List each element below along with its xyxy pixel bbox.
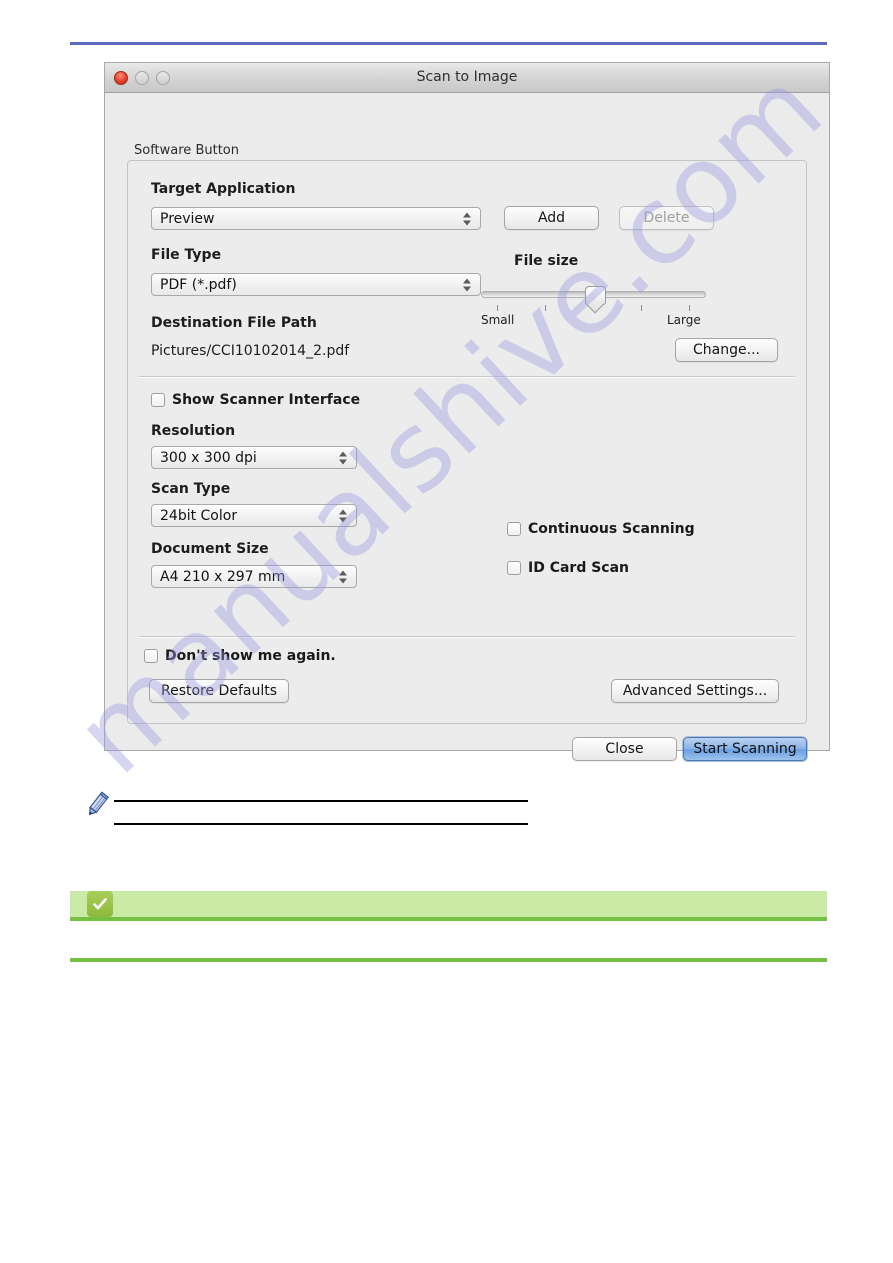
document-size-value: A4 210 x 297 mm [160, 568, 286, 585]
checkbox-icon [144, 649, 158, 663]
file-type-label: File Type [151, 247, 222, 263]
close-dialog-button[interactable]: Close [572, 737, 677, 761]
file-type-value: PDF (*.pdf) [160, 276, 237, 293]
document-size-select[interactable]: A4 210 x 297 mm [151, 565, 357, 588]
pencil-note-icon [82, 790, 112, 820]
destination-file-path-value: Pictures/CCI10102014_2.pdf [151, 343, 350, 359]
tip-underline [70, 917, 827, 921]
dialog-titlebar: Scan to Image [105, 63, 829, 93]
file-size-label: File size [514, 253, 579, 269]
scan-to-image-dialog: Scan to Image Software Button Target App… [104, 62, 830, 761]
resolution-value: 300 x 300 dpi [160, 449, 257, 466]
scan-type-select[interactable]: 24bit Color [151, 504, 357, 527]
tip-bottom-rule [70, 958, 827, 962]
resolution-select[interactable]: 300 x 300 dpi [151, 446, 357, 469]
document-size-label: Document Size [151, 541, 269, 557]
show-scanner-interface-checkbox[interactable]: Show Scanner Interface [151, 392, 360, 408]
slider-tick [641, 305, 642, 311]
scan-type-value: 24bit Color [160, 507, 238, 524]
target-application-value: Preview [160, 210, 215, 227]
delete-button[interactable]: Delete [619, 206, 714, 230]
show-scanner-interface-label: Show Scanner Interface [172, 392, 361, 408]
slider-large-label: Large [667, 313, 701, 327]
file-type-select[interactable]: PDF (*.pdf) [151, 273, 481, 296]
page-top-rule [70, 42, 827, 45]
target-application-label: Target Application [151, 181, 296, 197]
change-button[interactable]: Change... [675, 338, 778, 362]
dont-show-again-checkbox[interactable]: Don't show me again. [144, 648, 336, 664]
software-button-group-box [127, 160, 807, 724]
software-button-group-label: Software Button [134, 143, 239, 158]
slider-tick [497, 305, 498, 311]
destination-file-path-label: Destination File Path [151, 315, 317, 331]
file-size-slider[interactable]: Small Large [481, 283, 706, 329]
slider-thumb[interactable] [585, 286, 606, 305]
slider-tick [689, 305, 690, 311]
chevron-updown-icon [339, 508, 348, 523]
slider-small-label: Small [481, 313, 515, 327]
target-application-select[interactable]: Preview [151, 207, 481, 230]
scan-type-label: Scan Type [151, 481, 231, 497]
add-button[interactable]: Add [504, 206, 599, 230]
continuous-scanning-checkbox[interactable]: Continuous Scanning [507, 521, 695, 537]
id-card-scan-checkbox[interactable]: ID Card Scan [507, 560, 629, 576]
dont-show-again-label: Don't show me again. [165, 648, 336, 664]
checkbox-icon [507, 561, 521, 575]
chevron-updown-icon [339, 569, 348, 584]
check-badge-icon [87, 891, 113, 917]
start-scanning-button[interactable]: Start Scanning [683, 737, 807, 761]
checkbox-icon [507, 522, 521, 536]
restore-defaults-button[interactable]: Restore Defaults [149, 679, 289, 703]
checkbox-icon [151, 393, 165, 407]
chevron-updown-icon [463, 277, 472, 292]
resolution-label: Resolution [151, 423, 236, 439]
chevron-updown-icon [463, 211, 472, 226]
section-separator [139, 636, 795, 638]
note-rule-bottom [114, 823, 528, 825]
chevron-updown-icon [339, 450, 348, 465]
slider-tick [545, 305, 546, 311]
id-card-scan-label: ID Card Scan [528, 560, 630, 576]
tip-bar [70, 891, 827, 917]
advanced-settings-button[interactable]: Advanced Settings... [611, 679, 779, 703]
dialog-title: Scan to Image [416, 69, 518, 85]
note-rule-top [114, 800, 528, 802]
section-separator [139, 376, 795, 378]
continuous-scanning-label: Continuous Scanning [528, 521, 695, 537]
